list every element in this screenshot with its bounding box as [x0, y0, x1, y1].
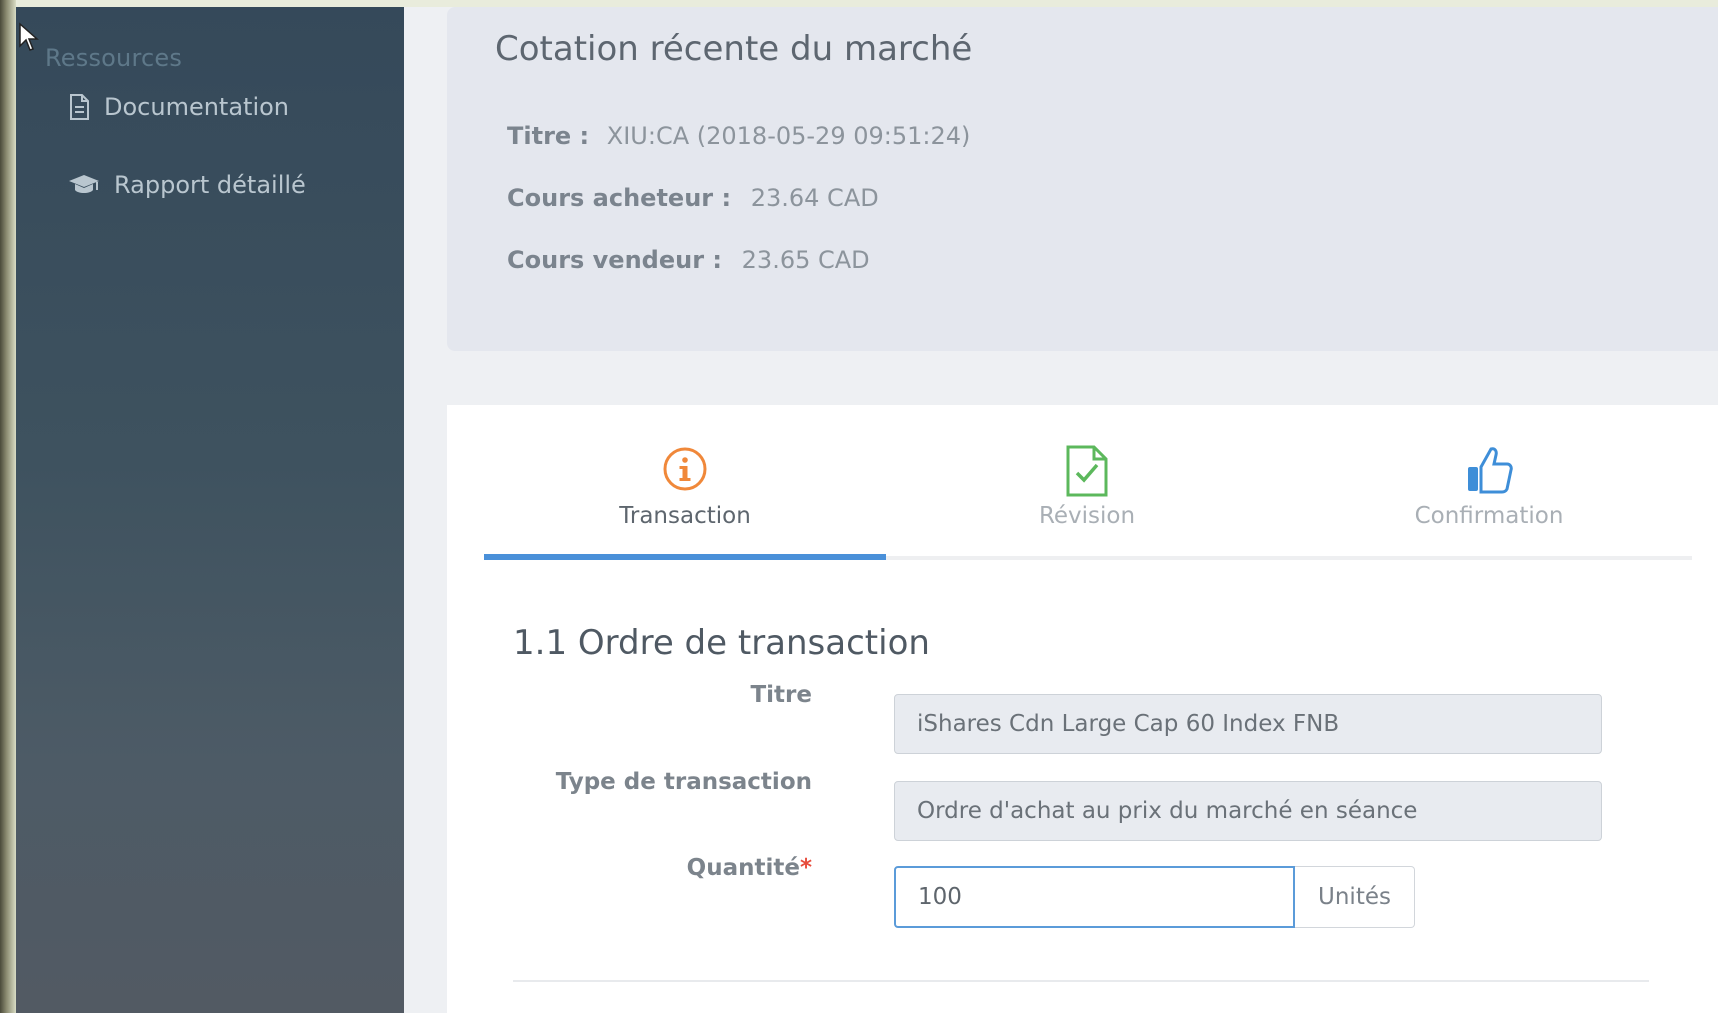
quantity-unit-addon: Unités	[1295, 866, 1415, 928]
sidebar-section-title: Ressources	[45, 44, 183, 72]
required-mark: *	[799, 855, 812, 881]
titre-field[interactable]: iShares Cdn Large Cap 60 Index FNB	[894, 694, 1602, 754]
tab-revision[interactable]: Révision	[886, 445, 1288, 529]
quote-ask-value: 23.65 CAD	[741, 246, 870, 274]
sidebar-item-documentation[interactable]: Documentation	[68, 93, 289, 121]
quote-bid-label: Cours acheteur :	[507, 184, 732, 212]
market-quote-card: Cotation récente du marché Titre : XIU:C…	[447, 7, 1718, 351]
quote-ask-label: Cours vendeur :	[507, 246, 723, 274]
quantity-unit: Unités	[1318, 884, 1391, 910]
quote-titre-row: Titre : XIU:CA (2018-05-29 09:51:24)	[507, 122, 970, 150]
quote-titre-label: Titre :	[507, 122, 590, 150]
order-form-card: Transaction Révision Confirmation 1.1 Or…	[447, 405, 1718, 1013]
sidebar: Ressources Documentation Rapport détaill…	[16, 7, 404, 1013]
document-check-icon	[886, 445, 1288, 497]
tab-label: Confirmation	[1414, 503, 1564, 529]
quote-title: Cotation récente du marché	[495, 29, 973, 69]
thumbs-up-icon	[1288, 445, 1690, 497]
tab-label: Révision	[1038, 503, 1136, 529]
quote-titre-value: XIU:CA (2018-05-29 09:51:24)	[606, 122, 971, 150]
transaction-type-value: Ordre d'achat au prix du marché en séanc…	[917, 798, 1418, 824]
transaction-type-label: Type de transaction	[555, 769, 812, 795]
quote-bid-value: 23.64 CAD	[750, 184, 879, 212]
mouse-cursor-icon	[19, 22, 39, 51]
quote-bid-row: Cours acheteur : 23.64 CAD	[507, 184, 879, 212]
transaction-type-field[interactable]: Ordre d'achat au prix du marché en séanc…	[894, 781, 1602, 841]
sidebar-item-label: Documentation	[104, 93, 290, 121]
active-tab-indicator	[484, 554, 886, 560]
quantity-label-text: Quantité	[686, 855, 800, 881]
tab-transaction[interactable]: Transaction	[484, 445, 886, 529]
graduation-cap-icon	[68, 173, 100, 197]
quantity-value: 100	[918, 884, 962, 910]
sidebar-item-rapport-detaille[interactable]: Rapport détaillé	[68, 171, 306, 199]
quote-ask-row: Cours vendeur : 23.65 CAD	[507, 246, 870, 274]
titre-value: iShares Cdn Large Cap 60 Index FNB	[917, 711, 1340, 737]
tab-confirmation[interactable]: Confirmation	[1288, 445, 1690, 529]
main-content: Cotation récente du marché Titre : XIU:C…	[404, 7, 1718, 1013]
quantity-input[interactable]: 100	[894, 866, 1295, 928]
info-circle-icon	[484, 445, 886, 497]
document-icon	[68, 94, 90, 120]
tab-label: Transaction	[619, 503, 751, 529]
form-divider	[513, 980, 1649, 982]
quantity-label: Quantité*	[512, 855, 812, 881]
form-section-title: 1.1 Ordre de transaction	[513, 623, 930, 663]
sidebar-item-label: Rapport détaillé	[114, 171, 306, 199]
window-frame-edge	[0, 0, 16, 1013]
titre-label: Titre	[750, 682, 812, 708]
